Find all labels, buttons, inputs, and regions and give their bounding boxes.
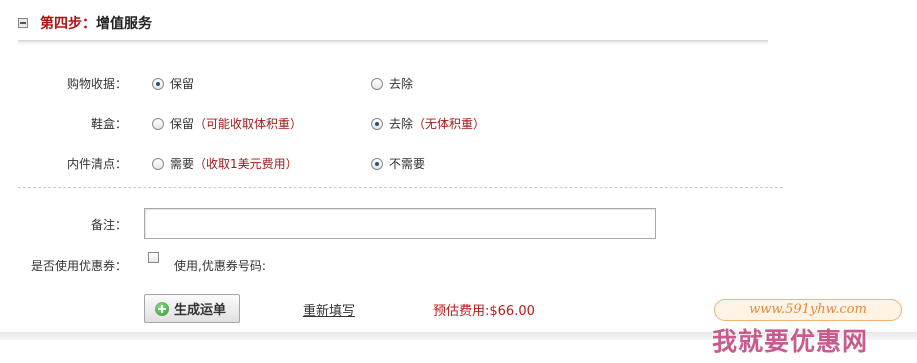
shoebox-keep-note: （可能收取体积重） bbox=[194, 117, 303, 131]
receipt-label: 购物收据： bbox=[66, 77, 127, 91]
receipt-remove-option[interactable]: 去除 bbox=[371, 75, 413, 92]
step-number: 第四步： bbox=[40, 16, 96, 32]
remark-label: 备注： bbox=[90, 218, 127, 232]
watermark-url: www.591yhw.com bbox=[714, 299, 902, 321]
generate-waybill-label: 生成运单 bbox=[174, 303, 227, 318]
shoebox-keep-radio[interactable] bbox=[152, 117, 164, 130]
shoebox-remove-radio[interactable] bbox=[371, 117, 383, 130]
receipt-keep-option[interactable]: 保留 bbox=[152, 75, 194, 92]
shoebox-keep-label: 保留 bbox=[170, 117, 195, 131]
inspection-noneed-label: 不需要 bbox=[389, 157, 426, 171]
watermark-logo: 我就要优惠网 bbox=[712, 327, 869, 356]
collapse-icon[interactable] bbox=[18, 18, 28, 28]
estimated-fee: 预估费用:$66.00 bbox=[433, 304, 535, 319]
shoebox-label: 鞋盒： bbox=[90, 117, 127, 131]
inspection-noneed-option[interactable]: 不需要 bbox=[371, 155, 425, 172]
coupon-checkbox[interactable] bbox=[148, 252, 159, 263]
inspection-noneed-radio[interactable] bbox=[371, 157, 383, 170]
generate-waybill-button[interactable]: 生成运单 bbox=[144, 294, 240, 323]
dashed-divider bbox=[18, 187, 783, 188]
inspection-label: 内件清点： bbox=[66, 157, 127, 171]
inspection-need-radio[interactable] bbox=[152, 157, 164, 170]
reset-link[interactable]: 重新填写 bbox=[303, 300, 355, 319]
remark-input[interactable] bbox=[144, 208, 656, 239]
inspection-need-option[interactable]: 需要 （收取1美元费用） bbox=[152, 155, 298, 172]
header-divider bbox=[18, 40, 768, 46]
plus-circle-icon bbox=[155, 301, 169, 316]
receipt-keep-radio[interactable] bbox=[152, 77, 164, 90]
receipt-keep-label: 保留 bbox=[170, 77, 195, 91]
shoebox-remove-note: （无体积重） bbox=[413, 117, 486, 131]
receipt-remove-radio[interactable] bbox=[371, 77, 383, 90]
section-title: 增值服务 bbox=[96, 16, 152, 32]
shoebox-remove-label: 去除 bbox=[389, 117, 414, 131]
section-header: 第四步： 增值服务 bbox=[18, 10, 152, 36]
inspection-need-label: 需要 bbox=[170, 157, 195, 171]
inspection-need-note: （收取1美元费用） bbox=[194, 157, 298, 171]
shoebox-keep-option[interactable]: 保留 （可能收取体积重） bbox=[152, 115, 302, 132]
receipt-remove-label: 去除 bbox=[389, 77, 414, 91]
shoebox-remove-option[interactable]: 去除 （无体积重） bbox=[371, 115, 485, 132]
coupon-code-label: 使用,优惠券号码: bbox=[174, 259, 266, 273]
coupon-label: 是否使用优惠券： bbox=[30, 259, 127, 273]
